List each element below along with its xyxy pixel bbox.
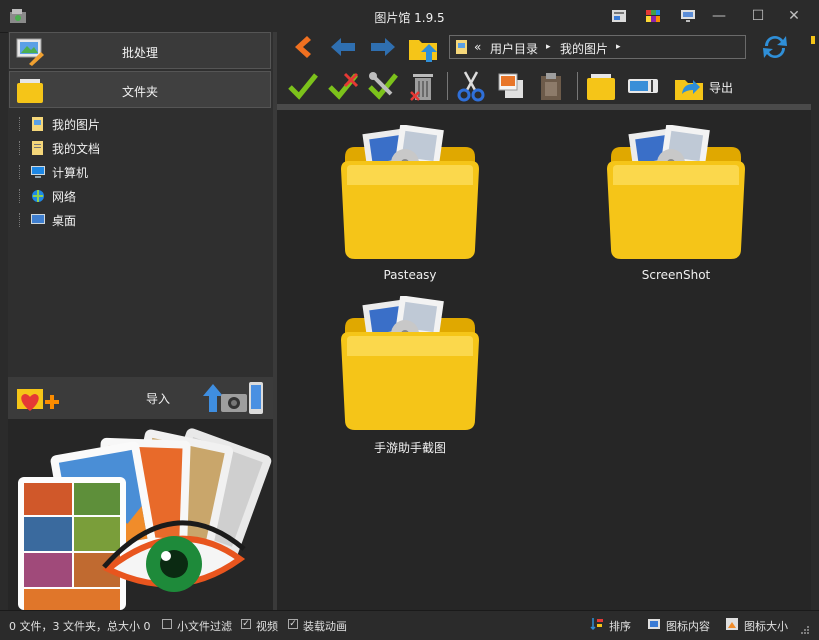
select-all-icon[interactable]: [287, 70, 319, 102]
arrow-left-icon[interactable]: [329, 36, 357, 58]
folder-mode-button[interactable]: 文件夹: [9, 71, 271, 108]
tree-item-computer[interactable]: 计算机: [8, 160, 273, 184]
title-bar: 图片馆 1.9.5 — ☐ ✕: [0, 0, 819, 33]
import-label: 导入: [146, 392, 171, 406]
small-file-filter-checkbox[interactable]: [162, 619, 172, 629]
color-theme-icon[interactable]: [645, 9, 661, 23]
delete-icon[interactable]: [407, 70, 439, 102]
left-panel: 批处理 文件夹 我的图片 我的文档 计算机 网络 桌面 导入: [8, 32, 273, 610]
tree-item-desktop[interactable]: 桌面: [8, 208, 273, 232]
folder-item-screenshot[interactable]: ScreenShot: [601, 124, 751, 285]
icon-content-label[interactable]: 图标内容: [666, 618, 710, 634]
icon-size-icon[interactable]: [725, 617, 739, 631]
export-icon[interactable]: [673, 70, 705, 102]
batch-process-label: 批处理: [121, 46, 158, 60]
up-folder-icon[interactable]: [407, 32, 441, 64]
sort-icon[interactable]: [590, 617, 604, 631]
folder-mode-label: 文件夹: [121, 85, 158, 99]
skin-icon[interactable]: [611, 9, 627, 23]
deselect-icon[interactable]: [327, 70, 359, 102]
scroll-marker: [811, 36, 815, 44]
export-label[interactable]: 导出: [709, 79, 733, 96]
folder-item-pasteasy[interactable]: Pasteasy: [335, 124, 485, 285]
breadcrumb-separator[interactable]: ▸: [546, 42, 551, 52]
promo-artwork: [8, 419, 273, 610]
file-browser-area: Pasteasy ScreenShot 手游助手截图: [277, 104, 811, 610]
folder-label: ScreenShot: [641, 268, 711, 282]
main-toolbar: « 用户目录 ▸ 我的图片 ▸ 导出: [277, 32, 811, 104]
back-icon[interactable]: [289, 34, 315, 60]
folder-icon: [341, 295, 479, 430]
status-bar: 0 文件，3 文件夹，总大小 0 小文件过滤 ✓ 视频 ✓ 装载动画 排序 图标…: [0, 610, 819, 640]
address-bar[interactable]: « 用户目录 ▸ 我的图片 ▸: [449, 35, 746, 59]
folder-icon: [341, 124, 479, 259]
right-edge-strip: [811, 32, 819, 610]
small-file-filter-label[interactable]: 小文件过滤: [177, 618, 232, 634]
folder-tree: 我的图片 我的文档 计算机 网络 桌面: [8, 112, 273, 232]
documents-folder-icon: [32, 141, 43, 155]
folder-item-game-assistant-screenshots[interactable]: 手游助手截图: [335, 295, 485, 456]
loading-animation-checkbox[interactable]: ✓: [288, 619, 298, 629]
folder-label: 手游助手截图: [373, 441, 446, 455]
computer-icon: [31, 166, 45, 178]
photo-eye-artwork: [8, 419, 273, 610]
sort-label[interactable]: 排序: [609, 618, 631, 634]
arrow-right-icon[interactable]: [369, 36, 397, 58]
import-device-icon[interactable]: [203, 380, 265, 416]
loading-animation-label[interactable]: 装载动画: [303, 618, 347, 634]
icon-size-label[interactable]: 图标大小: [744, 618, 788, 634]
tree-item-documents[interactable]: 我的文档: [8, 136, 273, 160]
video-checkbox[interactable]: ✓: [241, 619, 251, 629]
refresh-icon[interactable]: [760, 32, 790, 62]
minimize-button[interactable]: —: [706, 7, 732, 25]
paste-icon[interactable]: [535, 70, 567, 102]
tools-icon[interactable]: [367, 70, 399, 102]
folder-icon: [607, 124, 745, 259]
pictures-folder-icon: [456, 40, 467, 54]
icon-content-icon[interactable]: [647, 617, 661, 631]
import-bar: 导入: [8, 377, 273, 419]
breadcrumb-my-pictures[interactable]: 我的图片: [560, 40, 608, 57]
video-label[interactable]: 视频: [256, 618, 278, 634]
new-folder-icon[interactable]: [585, 70, 617, 102]
folder-label: Pasteasy: [383, 268, 437, 282]
cut-icon[interactable]: [455, 70, 487, 102]
breadcrumb-user-dir[interactable]: 用户目录: [490, 40, 538, 57]
resize-grip-icon[interactable]: [800, 625, 810, 635]
breadcrumb-prefix[interactable]: «: [474, 40, 481, 54]
window-title: 图片馆 1.9.5: [374, 11, 445, 25]
favorites-add-icon[interactable]: [13, 383, 63, 415]
network-icon: [32, 190, 44, 202]
pictures-folder-icon: [32, 117, 43, 131]
breadcrumb-separator[interactable]: ▸: [616, 42, 621, 52]
batch-process-button[interactable]: 批处理: [9, 32, 271, 69]
close-button[interactable]: ✕: [781, 7, 807, 25]
desktop-icon: [31, 214, 45, 224]
maximize-button[interactable]: ☐: [745, 7, 771, 25]
copy-icon[interactable]: [495, 70, 527, 102]
tree-item-pictures[interactable]: 我的图片: [8, 112, 273, 136]
rename-icon[interactable]: [627, 70, 659, 102]
tree-item-network[interactable]: 网络: [8, 184, 273, 208]
monitor-icon[interactable]: [680, 9, 696, 23]
status-summary: 0 文件，3 文件夹，总大小 0: [9, 620, 151, 633]
